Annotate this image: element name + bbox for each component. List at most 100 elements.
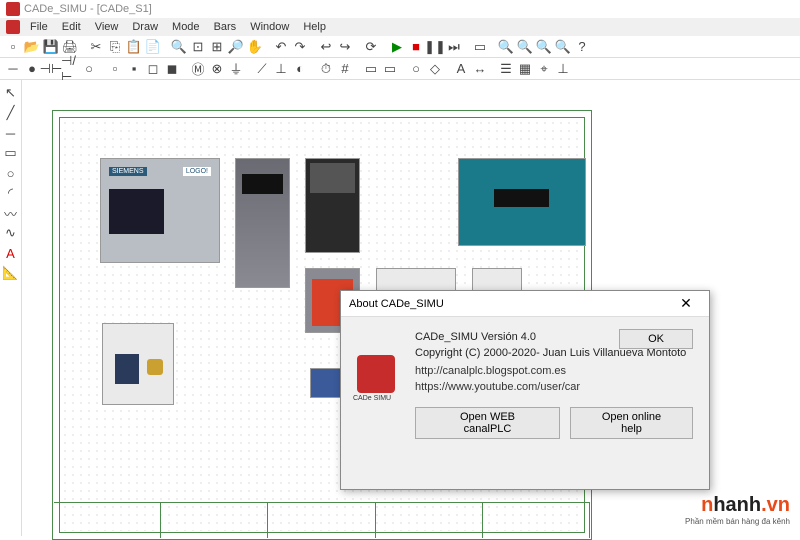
pause-icon[interactable]: ❚❚ bbox=[426, 38, 444, 56]
ground-icon[interactable]: ⏚ bbox=[227, 60, 245, 78]
separator bbox=[163, 38, 169, 56]
ok-button[interactable]: OK bbox=[619, 329, 693, 349]
title-block bbox=[54, 502, 590, 538]
menu-edit[interactable]: Edit bbox=[56, 19, 87, 35]
component-icon[interactable]: ◼ bbox=[163, 60, 181, 78]
menu-draw[interactable]: Draw bbox=[126, 19, 164, 35]
relay-icon[interactable]: ▭ bbox=[381, 60, 399, 78]
circle-icon[interactable]: ○ bbox=[2, 164, 20, 182]
menu-bars[interactable]: Bars bbox=[208, 19, 243, 35]
redo-icon[interactable]: ↪ bbox=[336, 38, 354, 56]
title-bar: CADe_SIMU - [CADe_S1] bbox=[0, 0, 800, 18]
new-icon[interactable]: ▫ bbox=[4, 38, 22, 56]
paste-icon[interactable]: 📋 bbox=[125, 38, 143, 56]
component-vfd[interactable] bbox=[235, 158, 290, 288]
app-icon bbox=[6, 2, 20, 16]
separator bbox=[310, 38, 316, 56]
connector-icon[interactable]: ◇ bbox=[426, 60, 444, 78]
snap-icon[interactable]: ⌖ bbox=[535, 60, 553, 78]
component-motor[interactable] bbox=[310, 368, 344, 398]
app-logo-icon bbox=[357, 355, 395, 393]
system-menu-icon[interactable] bbox=[6, 20, 20, 34]
motor-icon[interactable]: Ⓜ bbox=[189, 60, 207, 78]
terminal-icon[interactable]: ○ bbox=[407, 60, 425, 78]
component-icon[interactable]: ▪ bbox=[125, 60, 143, 78]
dialog-title: About CADe_SIMU bbox=[349, 298, 444, 310]
contact-nc-icon[interactable]: ⊣/⊢ bbox=[61, 60, 79, 78]
pan-icon[interactable]: ✋ bbox=[246, 38, 264, 56]
grid-icon[interactable]: ▦ bbox=[516, 60, 534, 78]
selector-icon[interactable]: ◐ bbox=[291, 60, 309, 78]
relay-icon[interactable]: ▭ bbox=[362, 60, 380, 78]
help-icon[interactable]: ? bbox=[573, 38, 591, 56]
vfd-display bbox=[242, 174, 283, 194]
timer-icon[interactable]: ⏱ bbox=[317, 60, 335, 78]
coil-icon[interactable]: ○ bbox=[80, 60, 98, 78]
copy-icon[interactable]: ⎘ bbox=[106, 38, 124, 56]
magnify-icon[interactable]: 🔎 bbox=[227, 38, 245, 56]
pushbutton-icon[interactable]: ⊥ bbox=[272, 60, 290, 78]
stop-icon[interactable]: ■ bbox=[407, 38, 425, 56]
switch-icon[interactable]: ⟋ bbox=[253, 60, 271, 78]
rect-icon[interactable]: ▭ bbox=[2, 144, 20, 162]
separator bbox=[445, 60, 451, 78]
component-icon[interactable]: ▫ bbox=[106, 60, 124, 78]
clipboard-icon[interactable]: 📄 bbox=[144, 38, 162, 56]
wire-draw-icon[interactable]: ─ bbox=[2, 124, 20, 142]
menu-view[interactable]: View bbox=[89, 19, 125, 35]
toolbar-main: ▫ 📂 💾 🖨 ✂ ⎘ 📋 📄 🔍 ⊡ ⊞ 🔎 ✋ ↶ ↷ ↩ ↪ ⟳ ▶ ■ … bbox=[0, 36, 800, 58]
rotate-left-icon[interactable]: ↶ bbox=[272, 38, 290, 56]
component-rcd[interactable] bbox=[102, 323, 174, 405]
dialog-titlebar[interactable]: About CADe_SIMU ✕ bbox=[341, 291, 709, 317]
menu-mode[interactable]: Mode bbox=[166, 19, 206, 35]
save-icon[interactable]: 💾 bbox=[42, 38, 60, 56]
menu-bar[interactable]: File Edit View Draw Mode Bars Window Hel… bbox=[0, 18, 800, 36]
close-icon[interactable]: ✕ bbox=[671, 295, 701, 312]
separator bbox=[265, 38, 271, 56]
undo-icon[interactable]: ↩ bbox=[317, 38, 335, 56]
polyline-icon[interactable]: 〰 bbox=[2, 204, 20, 222]
zoom-fit-icon[interactable]: ⊡ bbox=[189, 38, 207, 56]
line-icon[interactable]: ╱ bbox=[2, 104, 20, 122]
contact-no-icon[interactable]: ⊣⊢ bbox=[42, 60, 60, 78]
rotate-right-icon[interactable]: ↷ bbox=[291, 38, 309, 56]
ortho-icon[interactable]: ⊥ bbox=[554, 60, 572, 78]
open-web-button[interactable]: Open WEB canalPLC bbox=[415, 407, 560, 439]
zoom-region-icon[interactable]: 🔍 bbox=[535, 38, 553, 56]
counter-icon[interactable]: # bbox=[336, 60, 354, 78]
arc-icon[interactable]: ◜ bbox=[2, 184, 20, 202]
separator bbox=[381, 38, 387, 56]
separator bbox=[310, 60, 316, 78]
zoom-out-icon[interactable]: 🔍 bbox=[516, 38, 534, 56]
zoom-all-icon[interactable]: 🔍 bbox=[554, 38, 572, 56]
refresh-icon[interactable]: ⟳ bbox=[362, 38, 380, 56]
separator bbox=[490, 38, 496, 56]
select-box-icon[interactable]: ▭ bbox=[471, 38, 489, 56]
text-tool-icon[interactable]: A bbox=[2, 244, 20, 262]
pointer-icon[interactable]: ↖ bbox=[2, 84, 20, 102]
menu-help[interactable]: Help bbox=[297, 19, 332, 35]
play-icon[interactable]: ▶ bbox=[388, 38, 406, 56]
step-icon[interactable]: ⏭ bbox=[445, 38, 463, 56]
measure-icon[interactable]: 📐 bbox=[2, 264, 20, 282]
open-icon[interactable]: 📂 bbox=[23, 38, 41, 56]
zoom-window-icon[interactable]: ⊞ bbox=[208, 38, 226, 56]
node-icon[interactable]: ● bbox=[23, 60, 41, 78]
component-contactor[interactable] bbox=[305, 158, 360, 253]
menu-window[interactable]: Window bbox=[244, 19, 295, 35]
layer-icon[interactable]: ☰ bbox=[497, 60, 515, 78]
lamp-icon[interactable]: ⊗ bbox=[208, 60, 226, 78]
wire-icon[interactable]: ─ bbox=[4, 60, 22, 78]
zoom-in-icon[interactable]: 🔍 bbox=[497, 38, 515, 56]
component-icon[interactable]: ◻ bbox=[144, 60, 162, 78]
dimension-icon[interactable]: ↔ bbox=[471, 60, 489, 78]
component-siemens-logo[interactable]: SIEMENS LOGO! bbox=[100, 158, 220, 263]
menu-file[interactable]: File bbox=[24, 19, 54, 35]
text-icon[interactable]: A bbox=[452, 60, 470, 78]
spline-icon[interactable]: ∿ bbox=[2, 224, 20, 242]
separator bbox=[246, 60, 252, 78]
open-help-button[interactable]: Open online help bbox=[570, 407, 693, 439]
component-arduino[interactable] bbox=[458, 158, 586, 246]
cut-icon[interactable]: ✂ bbox=[87, 38, 105, 56]
find-icon[interactable]: 🔍 bbox=[170, 38, 188, 56]
